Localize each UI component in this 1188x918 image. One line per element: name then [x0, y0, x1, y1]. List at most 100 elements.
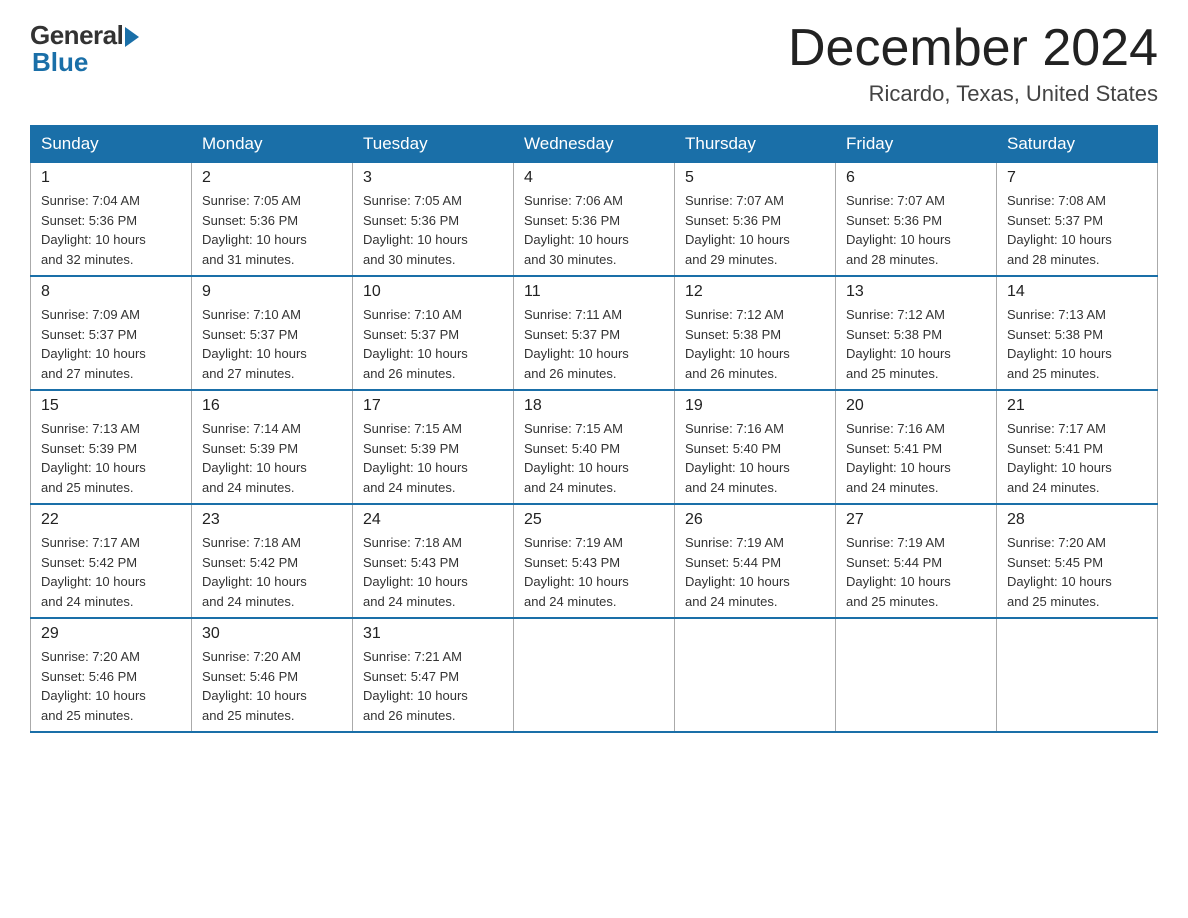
day-number: 28 — [1007, 511, 1147, 529]
day-number: 11 — [524, 283, 664, 301]
day-info: Sunrise: 7:12 AM Sunset: 5:38 PM Dayligh… — [685, 305, 825, 383]
day-info: Sunrise: 7:18 AM Sunset: 5:42 PM Dayligh… — [202, 533, 342, 611]
column-header-tuesday: Tuesday — [353, 126, 514, 163]
day-info: Sunrise: 7:07 AM Sunset: 5:36 PM Dayligh… — [685, 191, 825, 269]
calendar-cell: 22Sunrise: 7:17 AM Sunset: 5:42 PM Dayli… — [31, 504, 192, 618]
day-number: 13 — [846, 283, 986, 301]
calendar-cell: 31 Sunrise: 7:21 AM Sunset: 5:47 PM Dayli… — [353, 618, 514, 732]
day-number: 9 — [202, 283, 342, 301]
calendar-cell: 3Sunrise: 7:05 AM Sunset: 5:36 PM Daylig… — [353, 163, 514, 277]
calendar-table: SundayMondayTuesdayWednesdayThursdayFrid… — [30, 125, 1158, 733]
day-info: Sunrise: 7:10 AM Sunset: 5:37 PM Dayligh… — [202, 305, 342, 383]
column-header-wednesday: Wednesday — [514, 126, 675, 163]
day-number: 5 — [685, 169, 825, 187]
day-info: Sunrise: 7:15 AM Sunset: 5:40 PM Dayligh… — [524, 419, 664, 497]
day-info: Sunrise: 7:16 AM Sunset: 5:41 PM Dayligh… — [846, 419, 986, 497]
calendar-week-1: 1 Sunrise: 7:04 AM Sunset: 5:36 PM Daylig… — [31, 163, 1158, 277]
calendar-cell: 10 Sunrise: 7:10 AM Sunset: 5:37 PM Dayli… — [353, 276, 514, 390]
calendar-cell: 11Sunrise: 7:11 AM Sunset: 5:37 PM Dayli… — [514, 276, 675, 390]
calendar-cell: 17Sunrise: 7:15 AM Sunset: 5:39 PM Dayli… — [353, 390, 514, 504]
day-number: 25 — [524, 511, 664, 529]
day-info: Sunrise: 7:14 AM Sunset: 5:39 PM Dayligh… — [202, 419, 342, 497]
day-number: 21 — [1007, 397, 1147, 415]
column-header-friday: Friday — [836, 126, 997, 163]
day-number: 18 — [524, 397, 664, 415]
title-block: December 2024 Ricardo, Texas, United Sta… — [788, 20, 1158, 107]
day-info: Sunrise: 7:13 AM Sunset: 5:39 PM Dayligh… — [41, 419, 181, 497]
day-info: Sunrise: 7:05 AM Sunset: 5:36 PM Dayligh… — [202, 191, 342, 269]
day-info: Sunrise: 7:13 AM Sunset: 5:38 PM Dayligh… — [1007, 305, 1147, 383]
calendar-cell: 9 Sunrise: 7:10 AM Sunset: 5:37 PM Daylig… — [192, 276, 353, 390]
calendar-cell — [675, 618, 836, 732]
calendar-week-5: 29 Sunrise: 7:20 AM Sunset: 5:46 PM Dayli… — [31, 618, 1158, 732]
day-number: 29 — [41, 625, 181, 643]
calendar-cell: 5 Sunrise: 7:07 AM Sunset: 5:36 PM Daylig… — [675, 163, 836, 277]
calendar-cell: 30Sunrise: 7:20 AM Sunset: 5:46 PM Dayli… — [192, 618, 353, 732]
day-number: 31 — [363, 625, 503, 643]
day-info: Sunrise: 7:12 AM Sunset: 5:38 PM Dayligh… — [846, 305, 986, 383]
day-number: 1 — [41, 169, 181, 187]
day-info: Sunrise: 7:20 AM Sunset: 5:45 PM Dayligh… — [1007, 533, 1147, 611]
day-number: 17 — [363, 397, 503, 415]
calendar-cell: 26Sunrise: 7:19 AM Sunset: 5:44 PM Dayli… — [675, 504, 836, 618]
day-number: 20 — [846, 397, 986, 415]
calendar-cell: 27 Sunrise: 7:19 AM Sunset: 5:44 PM Dayli… — [836, 504, 997, 618]
day-info: Sunrise: 7:08 AM Sunset: 5:37 PM Dayligh… — [1007, 191, 1147, 269]
calendar-cell: 6 Sunrise: 7:07 AM Sunset: 5:36 PM Daylig… — [836, 163, 997, 277]
calendar-cell: 15 Sunrise: 7:13 AM Sunset: 5:39 PM Dayli… — [31, 390, 192, 504]
day-number: 15 — [41, 397, 181, 415]
calendar-cell: 2 Sunrise: 7:05 AM Sunset: 5:36 PM Daylig… — [192, 163, 353, 277]
day-number: 4 — [524, 169, 664, 187]
column-header-monday: Monday — [192, 126, 353, 163]
calendar-cell: 4 Sunrise: 7:06 AM Sunset: 5:36 PM Daylig… — [514, 163, 675, 277]
day-info: Sunrise: 7:04 AM Sunset: 5:36 PM Dayligh… — [41, 191, 181, 269]
day-info: Sunrise: 7:10 AM Sunset: 5:37 PM Dayligh… — [363, 305, 503, 383]
day-number: 8 — [41, 283, 181, 301]
column-header-saturday: Saturday — [997, 126, 1158, 163]
logo-arrow-icon — [125, 27, 139, 47]
day-info: Sunrise: 7:19 AM Sunset: 5:44 PM Dayligh… — [685, 533, 825, 611]
day-info: Sunrise: 7:09 AM Sunset: 5:37 PM Dayligh… — [41, 305, 181, 383]
day-number: 16 — [202, 397, 342, 415]
calendar-cell: 29Sunrise: 7:20 AM Sunset: 5:46 PM Dayli… — [31, 618, 192, 732]
column-header-thursday: Thursday — [675, 126, 836, 163]
calendar-cell: 16 Sunrise: 7:14 AM Sunset: 5:39 PM Dayli… — [192, 390, 353, 504]
calendar-week-2: 8 Sunrise: 7:09 AM Sunset: 5:37 PM Daylig… — [31, 276, 1158, 390]
day-info: Sunrise: 7:19 AM Sunset: 5:43 PM Dayligh… — [524, 533, 664, 611]
day-info: Sunrise: 7:06 AM Sunset: 5:36 PM Dayligh… — [524, 191, 664, 269]
calendar-week-3: 15 Sunrise: 7:13 AM Sunset: 5:39 PM Dayli… — [31, 390, 1158, 504]
calendar-cell: 13 Sunrise: 7:12 AM Sunset: 5:38 PM Dayli… — [836, 276, 997, 390]
day-number: 12 — [685, 283, 825, 301]
logo: General Blue — [30, 20, 139, 78]
day-number: 2 — [202, 169, 342, 187]
month-title: December 2024 — [788, 20, 1158, 77]
calendar-cell: 21 Sunrise: 7:17 AM Sunset: 5:41 PM Dayli… — [997, 390, 1158, 504]
day-info: Sunrise: 7:17 AM Sunset: 5:41 PM Dayligh… — [1007, 419, 1147, 497]
calendar-cell: 8 Sunrise: 7:09 AM Sunset: 5:37 PM Daylig… — [31, 276, 192, 390]
calendar-cell: 18 Sunrise: 7:15 AM Sunset: 5:40 PM Dayli… — [514, 390, 675, 504]
location-title: Ricardo, Texas, United States — [788, 81, 1158, 107]
day-info: Sunrise: 7:19 AM Sunset: 5:44 PM Dayligh… — [846, 533, 986, 611]
page-header: General Blue December 2024 Ricardo, Texa… — [30, 20, 1158, 107]
day-number: 27 — [846, 511, 986, 529]
day-number: 7 — [1007, 169, 1147, 187]
calendar-cell: 14Sunrise: 7:13 AM Sunset: 5:38 PM Dayli… — [997, 276, 1158, 390]
calendar-cell — [836, 618, 997, 732]
day-number: 24 — [363, 511, 503, 529]
calendar-cell: 28 Sunrise: 7:20 AM Sunset: 5:45 PM Dayli… — [997, 504, 1158, 618]
day-number: 19 — [685, 397, 825, 415]
calendar-cell: 23 Sunrise: 7:18 AM Sunset: 5:42 PM Dayli… — [192, 504, 353, 618]
calendar-header: SundayMondayTuesdayWednesdayThursdayFrid… — [31, 126, 1158, 163]
day-number: 23 — [202, 511, 342, 529]
day-number: 6 — [846, 169, 986, 187]
day-info: Sunrise: 7:20 AM Sunset: 5:46 PM Dayligh… — [202, 647, 342, 725]
calendar-body: 1 Sunrise: 7:04 AM Sunset: 5:36 PM Daylig… — [31, 163, 1158, 733]
calendar-week-4: 22Sunrise: 7:17 AM Sunset: 5:42 PM Dayli… — [31, 504, 1158, 618]
day-info: Sunrise: 7:07 AM Sunset: 5:36 PM Dayligh… — [846, 191, 986, 269]
logo-blue-text: Blue — [32, 47, 88, 78]
day-number: 10 — [363, 283, 503, 301]
column-header-sunday: Sunday — [31, 126, 192, 163]
calendar-cell — [997, 618, 1158, 732]
day-info: Sunrise: 7:21 AM Sunset: 5:47 PM Dayligh… — [363, 647, 503, 725]
calendar-cell: 20 Sunrise: 7:16 AM Sunset: 5:41 PM Dayli… — [836, 390, 997, 504]
